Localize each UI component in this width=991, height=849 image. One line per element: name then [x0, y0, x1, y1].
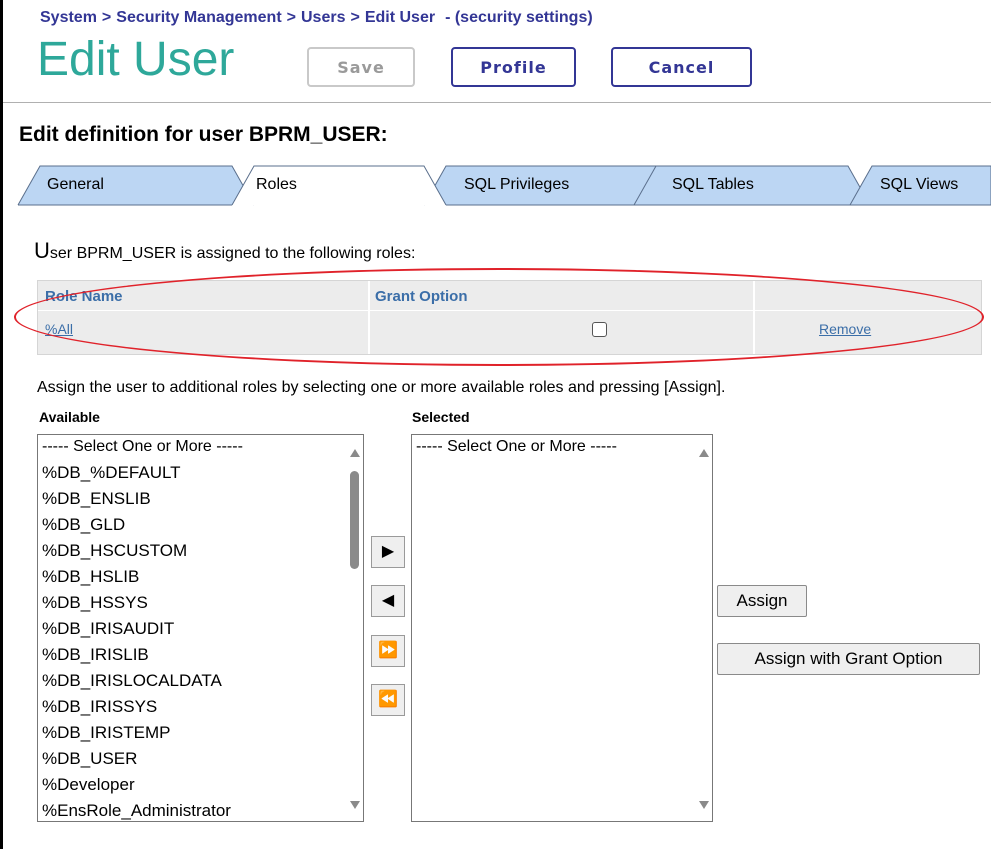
list-item[interactable]: %DB_IRISLIB — [38, 643, 363, 669]
scroll-up-arrow-icon[interactable] — [350, 449, 360, 457]
selected-roles-list[interactable]: ----- Select One or More ----- — [411, 434, 713, 822]
move-left-button[interactable]: ◀ — [371, 585, 405, 617]
list-item[interactable]: %EnsRole_Administrator — [38, 799, 363, 821]
list-item[interactable]: %DB_%DEFAULT — [38, 461, 363, 487]
assign-button[interactable]: Assign — [717, 585, 807, 617]
breadcrumb: System > Security Management > Users > Edit Us… — [40, 9, 593, 27]
page-title: Edit User — [37, 33, 235, 86]
available-label: Available — [39, 409, 100, 425]
available-roles-list[interactable]: ----- Select One or More ----- %DB_%DEFA… — [37, 434, 364, 822]
column-header-role-name: Role Name — [45, 288, 123, 305]
assign-instructions: Assign the user to additional roles by s… — [37, 379, 726, 396]
move-left-icon: ◀ — [381, 592, 395, 609]
list-item[interactable]: %DB_HSLIB — [38, 565, 363, 591]
list-item[interactable]: ----- Select One or More ----- — [38, 435, 363, 461]
tab-sql-tables[interactable]: SQL Tables — [672, 176, 754, 194]
breadcrumb-separator: > — [286, 9, 296, 26]
list-item[interactable]: %DB_ENSLIB — [38, 487, 363, 513]
move-right-icon: ▶ — [381, 543, 395, 560]
window-frame — [0, 0, 3, 849]
breadcrumb-users[interactable]: Users — [301, 9, 345, 26]
breadcrumb-suffix: - (security settings) — [445, 9, 593, 26]
assigned-roles-caption: User BPRM_USER is assigned to the follow… — [34, 238, 415, 264]
save-button[interactable]: Save — [307, 47, 415, 87]
breadcrumb-separator: > — [101, 9, 112, 26]
list-item[interactable]: %DB_IRISLOCALDATA — [38, 669, 363, 695]
cancel-button[interactable]: Cancel — [611, 47, 752, 87]
tab-sql-privileges[interactable]: SQL Privileges — [464, 176, 569, 194]
roles-table: Role Name Grant Option %All Remove — [37, 280, 982, 355]
list-item[interactable]: ----- Select One or More ----- — [412, 435, 712, 461]
breadcrumb-separator: > — [350, 9, 360, 26]
column-header-grant-option: Grant Option — [375, 288, 468, 305]
grant-option-checkbox[interactable] — [592, 322, 607, 337]
assigned-caption-text: ser BPRM_USER is assigned to the followi… — [49, 245, 416, 262]
assign-with-grant-button[interactable]: Assign with Grant Option — [717, 643, 980, 675]
scroll-up-arrow-icon[interactable] — [699, 449, 709, 457]
tab-roles[interactable]: Roles — [256, 176, 297, 194]
scroll-down-arrow-icon[interactable] — [699, 801, 709, 809]
selected-label: Selected — [412, 409, 470, 425]
list-item[interactable]: %DB_GLD — [38, 513, 363, 539]
page-header: System > Security Management > Users > Edit Us… — [3, 0, 991, 103]
tab-general[interactable]: General — [47, 176, 104, 194]
move-right-button[interactable]: ▶ — [371, 536, 405, 568]
breadcrumb-system[interactable]: System — [40, 9, 97, 26]
assigned-caption-initial: U — [34, 238, 50, 263]
tab-sql-views[interactable]: SQL Views — [880, 176, 958, 194]
selected-scrollbar[interactable] — [694, 435, 712, 821]
list-item[interactable]: %DB_USER — [38, 747, 363, 773]
profile-button[interactable]: Profile — [451, 47, 576, 87]
scroll-down-arrow-icon[interactable] — [350, 801, 360, 809]
role-link-all[interactable]: %All — [45, 321, 73, 337]
move-all-right-button[interactable]: ⏩ — [371, 635, 405, 667]
move-all-left-icon: ⏪ — [378, 691, 398, 708]
tab-bar: General Roles SQL Privileges SQL Tables … — [0, 163, 991, 207]
list-item[interactable]: %Developer — [38, 773, 363, 799]
list-item[interactable]: %DB_IRISSYS — [38, 695, 363, 721]
breadcrumb-security-management[interactable]: Security Management — [116, 9, 281, 26]
scrollbar-thumb[interactable] — [350, 471, 359, 569]
section-title: Edit definition for user BPRM_USER: — [19, 123, 388, 146]
remove-link[interactable]: Remove — [819, 321, 871, 337]
list-item[interactable]: %DB_HSSYS — [38, 591, 363, 617]
breadcrumb-edit-user[interactable]: Edit User — [365, 9, 435, 26]
move-all-left-button[interactable]: ⏪ — [371, 684, 405, 716]
table-header-divider — [38, 310, 981, 311]
list-item[interactable]: %DB_IRISTEMP — [38, 721, 363, 747]
available-scrollbar[interactable] — [345, 435, 363, 821]
list-item[interactable]: %DB_IRISAUDIT — [38, 617, 363, 643]
move-all-right-icon: ⏩ — [378, 642, 398, 659]
list-item[interactable]: %DB_HSCUSTOM — [38, 539, 363, 565]
